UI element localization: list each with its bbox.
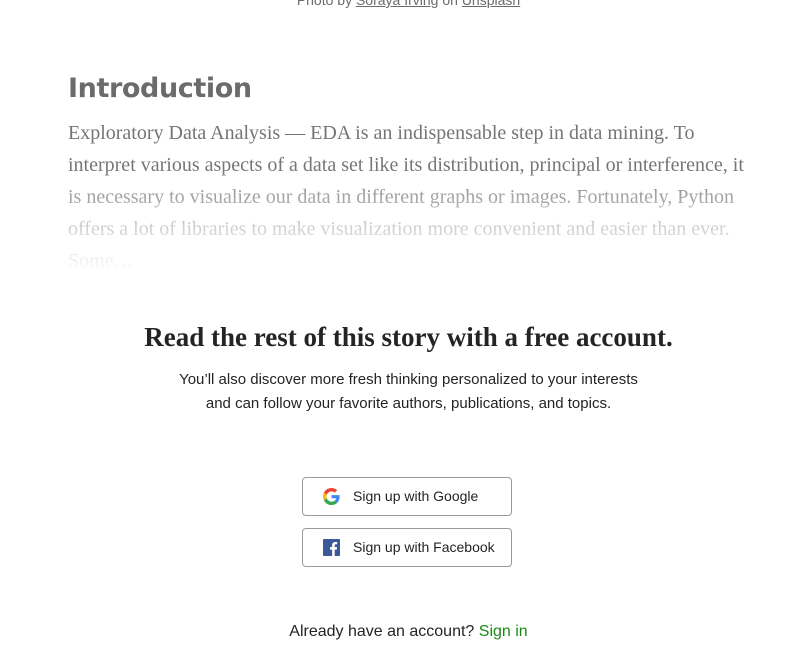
photo-caption: Photo by Soraya Irving on Unsplash — [0, 0, 795, 8]
google-logo-icon — [323, 488, 340, 505]
paywall-subtitle: You’ll also discover more fresh thinking… — [0, 368, 795, 416]
photo-author-link[interactable]: Soraya Irving — [356, 0, 438, 8]
caption-prefix: Photo by — [296, 0, 353, 8]
sign-in-link[interactable]: Sign in — [479, 623, 528, 640]
facebook-logo-icon — [323, 539, 340, 556]
signin-prompt-row: Already have an account? Sign in — [0, 623, 795, 641]
section-heading: Introduction — [68, 73, 252, 104]
article-excerpt: Exploratory Data Analysis — EDA is an in… — [68, 122, 744, 272]
paywall-subtitle-line1: You’ll also discover more fresh thinking… — [179, 371, 638, 388]
sign-up-google-label: Sign up with Google — [353, 488, 479, 504]
signin-prompt-text: Already have an account? — [289, 623, 475, 640]
article-excerpt-container: Exploratory Data Analysis — EDA is an in… — [68, 117, 748, 277]
sign-up-facebook-label: Sign up with Facebook — [353, 539, 495, 555]
sign-up-facebook-button[interactable]: Sign up with Facebook — [302, 528, 512, 567]
photo-source-link[interactable]: Unsplash — [462, 0, 520, 8]
sign-up-google-button[interactable]: Sign up with Google — [302, 477, 512, 516]
caption-connector: on — [442, 0, 458, 8]
paywall-title: Read the rest of this story with a free … — [144, 322, 673, 352]
paywall-subtitle-line2: and can follow your favorite authors, pu… — [205, 395, 612, 412]
